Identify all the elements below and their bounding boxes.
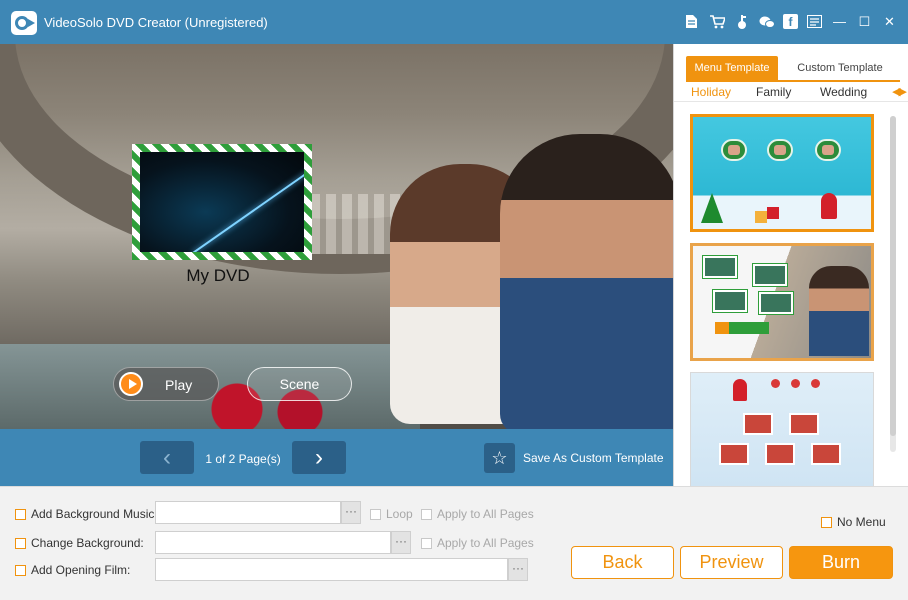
category-family[interactable]: Family — [756, 85, 791, 99]
star-icon: ☆ — [484, 443, 515, 473]
template-item[interactable] — [690, 243, 874, 361]
close-icon[interactable]: ✕ — [881, 13, 898, 30]
maximize-icon[interactable]: ☐ — [856, 13, 873, 30]
page-indicator: 1 of 2 Page(s) — [205, 452, 281, 466]
next-page-button[interactable]: › — [292, 441, 346, 474]
opening-film-checkbox[interactable] — [15, 564, 26, 576]
loop-checkbox[interactable] — [370, 508, 381, 520]
title-bar-controls: f — ☐ ✕ — [683, 13, 898, 30]
page-navigation-bar: ‹ 1 of 2 Page(s) › ☆ Save As Custom Temp… — [0, 429, 673, 486]
app-logo-icon — [11, 11, 37, 35]
background-music-browse-button[interactable]: ··· — [341, 501, 361, 524]
opening-film-label: Add Opening Film: — [31, 563, 131, 577]
window-title: VideoSolo DVD Creator (Unregistered) — [44, 15, 268, 30]
opening-film-field[interactable] — [155, 558, 508, 581]
save-as-custom-template-button[interactable]: ☆ Save As Custom Template — [484, 443, 664, 473]
menu-icon[interactable] — [806, 13, 823, 30]
play-button[interactable]: Play — [113, 367, 219, 401]
template-scrollbar[interactable] — [890, 116, 896, 452]
key-icon[interactable] — [733, 13, 750, 30]
background-music-label: Add Background Music: — [31, 507, 158, 521]
add-background-music-option[interactable]: Add Background Music: — [15, 507, 158, 521]
minimize-icon[interactable]: — — [831, 13, 848, 30]
template-categories: Holiday Family Wedding ◀▶ — [674, 82, 908, 102]
dvd-title-label[interactable]: My DVD — [132, 266, 304, 286]
template-item[interactable] — [690, 372, 874, 490]
menu-preview: My DVD Play Scene — [0, 44, 673, 429]
template-panel: Menu Template Custom Template Holiday Fa… — [673, 44, 908, 490]
add-opening-film-option[interactable]: Add Opening Film: — [15, 563, 130, 577]
facebook-icon[interactable]: f — [783, 14, 798, 29]
change-background-label: Change Background: — [31, 536, 144, 550]
save-template-label: Save As Custom Template — [523, 451, 664, 465]
category-wedding[interactable]: Wedding — [820, 85, 867, 99]
no-menu-label: No Menu — [837, 515, 886, 529]
loop-option[interactable]: Loop — [370, 507, 413, 521]
loop-label: Loop — [386, 507, 413, 521]
background-music-field[interactable] — [155, 501, 341, 524]
burn-button[interactable]: Burn — [789, 546, 893, 579]
background-couple — [380, 134, 673, 429]
preview-button[interactable]: Preview — [680, 546, 783, 579]
chevron-right-icon: › — [315, 443, 323, 471]
change-background-checkbox[interactable] — [15, 537, 26, 549]
background-music-checkbox[interactable] — [15, 508, 26, 520]
background-image-browse-button[interactable]: ··· — [391, 531, 411, 554]
tab-menu-template[interactable]: Menu Template — [686, 56, 778, 80]
apply-background-all-pages-label: Apply to All Pages — [437, 536, 534, 550]
tab-custom-template[interactable]: Custom Template — [778, 56, 902, 80]
dvd-thumbnail — [140, 152, 304, 252]
chat-icon[interactable] — [758, 13, 775, 30]
file-icon[interactable] — [683, 13, 700, 30]
apply-music-all-pages-option[interactable]: Apply to All Pages — [421, 507, 534, 521]
no-menu-checkbox[interactable] — [821, 516, 832, 528]
change-background-option[interactable]: Change Background: — [15, 536, 144, 550]
play-icon — [119, 372, 143, 396]
apply-music-all-pages-checkbox[interactable] — [421, 508, 432, 520]
opening-film-browse-button[interactable]: ··· — [508, 558, 528, 581]
no-menu-option[interactable]: No Menu — [821, 515, 886, 529]
template-item[interactable] — [690, 114, 874, 232]
template-list — [690, 114, 876, 501]
play-label: Play — [165, 377, 193, 393]
previous-page-button[interactable]: ‹ — [140, 441, 194, 474]
title-bar: VideoSolo DVD Creator (Unregistered) f —… — [0, 0, 908, 44]
template-tabs: Menu Template Custom Template — [686, 56, 902, 80]
apply-background-all-pages-option[interactable]: Apply to All Pages — [421, 536, 534, 550]
chevron-left-icon: ‹ — [163, 443, 171, 471]
category-holiday[interactable]: Holiday — [691, 85, 731, 99]
back-button[interactable]: Back — [571, 546, 674, 579]
scene-button[interactable]: Scene — [247, 367, 352, 401]
background-image-field[interactable] — [155, 531, 391, 554]
dvd-thumbnail-frame[interactable] — [132, 144, 312, 260]
cart-icon[interactable] — [708, 13, 725, 30]
category-scroll-icon[interactable]: ◀▶ — [892, 85, 907, 98]
apply-background-all-pages-checkbox[interactable] — [421, 537, 432, 549]
apply-music-all-pages-label: Apply to All Pages — [437, 507, 534, 521]
